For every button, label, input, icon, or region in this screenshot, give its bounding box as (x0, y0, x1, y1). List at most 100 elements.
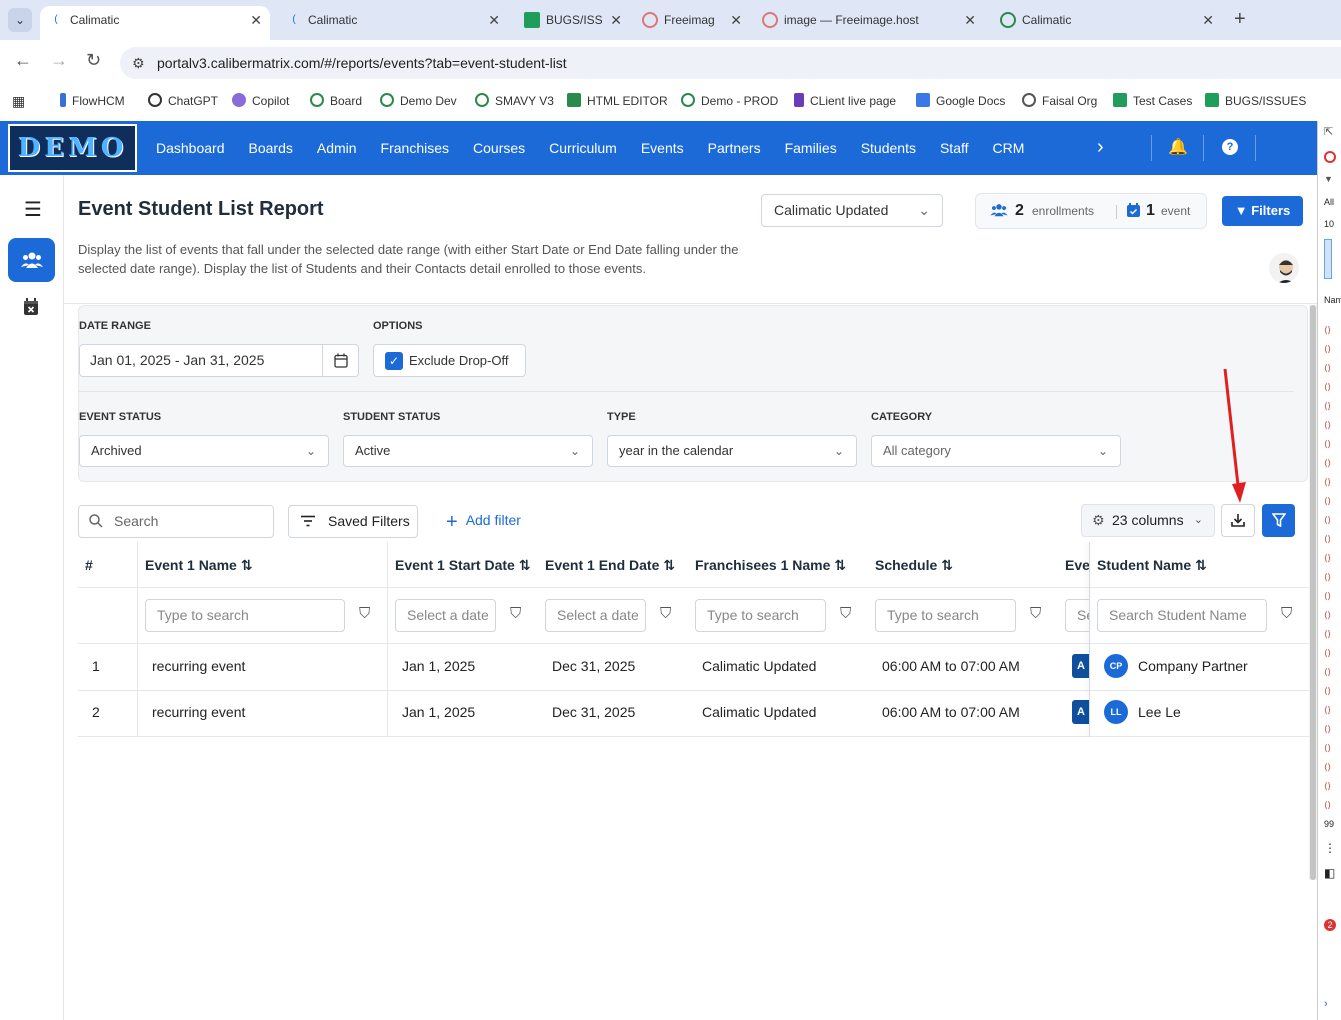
event-status-select[interactable]: Archived ⌄ (79, 435, 329, 467)
reload-icon[interactable]: ↻ (86, 50, 101, 71)
date-range-input[interactable]: Jan 01, 2025 - Jan 31, 2025 (79, 344, 359, 377)
column-header-schedule[interactable]: Schedule ⇅ (875, 542, 953, 588)
bookmark-item[interactable]: SMAVY V3 (475, 93, 554, 108)
student-name-cell[interactable]: Lee Le (1138, 704, 1181, 720)
demo-logo[interactable]: DEMO (8, 124, 137, 172)
end-date-filter-input[interactable]: Select a date (545, 599, 646, 632)
forward-icon[interactable]: → (50, 50, 68, 71)
sort-icon[interactable]: ⇅ (241, 557, 253, 573)
column-filter-icon[interactable]: ⛉ (359, 605, 370, 622)
column-header-end-date[interactable]: Event 1 End Date ⇅ (545, 542, 675, 588)
saved-filters-button[interactable]: Saved Filters (288, 505, 418, 538)
calendar-icon[interactable] (322, 345, 358, 376)
category-select[interactable]: All category ⌄ (871, 435, 1121, 467)
expand-chevron-icon[interactable]: › (1324, 998, 1328, 1010)
column-filter-icon[interactable]: ⛉ (510, 605, 521, 622)
page-scrollbar-thumb[interactable] (1310, 305, 1316, 880)
add-filter-button[interactable]: + Add filter (446, 511, 521, 534)
filters-button[interactable]: ▼ Filters (1222, 196, 1303, 226)
column-filter-icon[interactable]: ⛉ (840, 605, 851, 622)
column-header-franchisee[interactable]: Franchisees 1 Name ⇅ (695, 542, 846, 588)
event-name-filter-input[interactable]: Type to search (145, 599, 345, 632)
menu-staff[interactable]: Staff (940, 140, 969, 156)
apps-grid-icon[interactable]: ▦ (12, 93, 25, 110)
columns-button[interactable]: ⚙ 23 columns ⌄ (1081, 504, 1215, 537)
bookmark-item[interactable]: CLient live page (794, 93, 896, 108)
close-tab-icon[interactable]: ✕ (964, 6, 976, 34)
start-date-filter-input[interactable]: Select a date (395, 599, 496, 632)
bookmark-item[interactable]: Board (310, 93, 362, 108)
sort-icon[interactable]: ⇅ (1195, 557, 1207, 573)
close-tab-icon[interactable]: ✕ (488, 6, 500, 34)
column-filter-icon[interactable]: ⛉ (1281, 605, 1292, 622)
menu-admin[interactable]: Admin (317, 140, 357, 156)
browser-tab[interactable]: BUGS/ISS ✕ (516, 6, 630, 40)
close-tab-icon[interactable]: ✕ (610, 6, 622, 34)
bookmark-item[interactable]: FlowHCM (60, 93, 125, 108)
column-header-event-name[interactable]: Event 1 Name ⇅ (145, 542, 253, 588)
menu-courses[interactable]: Courses (473, 140, 525, 156)
sort-icon[interactable]: ⇅ (519, 557, 531, 573)
more-options-icon[interactable]: ⋮ (1324, 841, 1336, 855)
column-header-student-name[interactable]: Student Name ⇅ (1097, 542, 1207, 588)
dock-panel-icon[interactable]: ◧ (1324, 866, 1335, 880)
sort-icon[interactable]: ⇅ (941, 557, 953, 573)
column-header-truncated[interactable]: Eve (1065, 542, 1090, 588)
inspect-icon[interactable]: ⇱ (1324, 125, 1333, 138)
menu-next-chevron-icon[interactable]: › (1097, 136, 1104, 159)
menu-franchises[interactable]: Franchises (381, 140, 449, 156)
menu-crm[interactable]: CRM (993, 140, 1025, 156)
bookmark-item[interactable]: ChatGPT (148, 93, 218, 108)
site-settings-icon[interactable]: ⚙ (132, 47, 145, 79)
menu-events[interactable]: Events (641, 140, 684, 156)
table-filter-button[interactable] (1262, 504, 1295, 537)
menu-curriculum[interactable]: Curriculum (549, 140, 617, 156)
sidebar-item-students-report[interactable] (8, 238, 55, 282)
browser-tab[interactable]: image — Freeimage.host ✕ (754, 6, 984, 40)
bookmark-item[interactable]: BUGS/ISSUES (1205, 93, 1306, 108)
type-select[interactable]: year in the calendar ⌄ (607, 435, 857, 467)
menu-dashboard[interactable]: Dashboard (156, 140, 225, 156)
search-input[interactable]: Search (78, 505, 274, 538)
menu-families[interactable]: Families (785, 140, 837, 156)
bookmark-item[interactable]: Demo - PROD (681, 93, 778, 108)
column-filter-icon[interactable]: ⛉ (1030, 605, 1041, 622)
franchisee-filter-input[interactable]: Type to search (695, 599, 826, 632)
bookmark-item[interactable]: Faisal Org (1022, 93, 1097, 108)
sidebar-item-calendar[interactable] (23, 298, 39, 321)
bookmark-item[interactable]: HTML EDITOR (567, 93, 668, 108)
column-header-start-date[interactable]: Event 1 Start Date ⇅ (395, 542, 531, 588)
filter-funnel-icon[interactable]: ▼ (1324, 174, 1333, 184)
close-tab-icon[interactable]: ✕ (730, 6, 742, 34)
record-icon[interactable] (1324, 151, 1336, 163)
bookmark-item[interactable]: Test Cases (1113, 93, 1192, 108)
browser-tab[interactable]: Calimatic ✕ (992, 6, 1222, 40)
close-tab-icon[interactable]: ✕ (1202, 6, 1214, 34)
browser-tab[interactable]: ( Calimatic ✕ (278, 6, 508, 40)
url-field[interactable]: ⚙ portalv3.calibermatrix.com/#/reports/e… (120, 47, 1341, 79)
user-avatar[interactable] (1267, 251, 1301, 285)
menu-students[interactable]: Students (861, 140, 916, 156)
bookmark-item[interactable]: Demo Dev (380, 93, 457, 108)
franchise-select[interactable]: Calimatic Updated ⌄ (761, 194, 943, 227)
tab-search-menu-icon[interactable]: ⌄ (8, 8, 32, 32)
bookmark-item[interactable]: Google Docs (916, 93, 1005, 108)
column-filter-icon[interactable]: ⛉ (660, 605, 671, 622)
browser-tab[interactable]: ( Calimatic ✕ (40, 6, 270, 40)
exclude-dropoff-checkbox[interactable]: ✓ Exclude Drop-Off (373, 344, 526, 377)
sort-icon[interactable]: ⇅ (663, 557, 675, 573)
browser-tab[interactable]: Freeimag ✕ (634, 6, 750, 40)
sort-icon[interactable]: ⇅ (834, 557, 846, 573)
bookmark-item[interactable]: Copilot (232, 93, 289, 108)
student-name-cell[interactable]: Company Partner (1138, 658, 1248, 674)
menu-boards[interactable]: Boards (249, 140, 293, 156)
student-name-filter-input[interactable]: Search Student Name (1097, 599, 1267, 632)
new-tab-icon[interactable]: + (1234, 8, 1246, 31)
hamburger-menu-icon[interactable]: ☰ (24, 197, 42, 222)
bell-icon[interactable]: 🔔 (1168, 137, 1188, 157)
error-count-badge[interactable]: 2 (1324, 919, 1336, 931)
back-icon[interactable]: ← (14, 50, 32, 71)
help-icon[interactable]: ? (1222, 139, 1238, 155)
schedule-filter-input[interactable]: Type to search (875, 599, 1016, 632)
download-button[interactable] (1221, 504, 1255, 537)
